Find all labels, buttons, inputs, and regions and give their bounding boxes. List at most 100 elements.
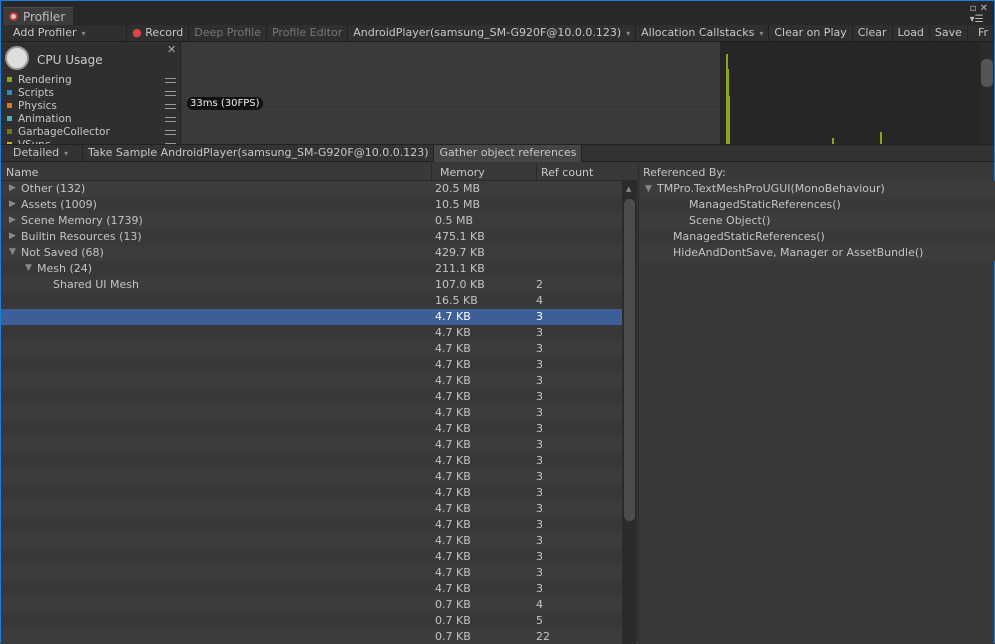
table-row[interactable]: 0.7 KB 5 [1, 613, 622, 629]
row-ref-count: 3 [536, 534, 543, 547]
cpu-chart[interactable] [182, 42, 720, 144]
reference-item[interactable]: Scene Object() [639, 213, 995, 229]
row-ref-count: 22 [536, 630, 550, 643]
allocation-callstacks-dropdown[interactable]: Allocation Callstacks [636, 25, 770, 42]
row-ref-count: 3 [536, 374, 543, 387]
legend-item[interactable]: Scripts [7, 87, 54, 99]
table-row[interactable]: 4.7 KB 3 [1, 309, 622, 325]
table-row[interactable]: 4.7 KB 3 [1, 565, 622, 581]
reference-item[interactable]: ManagedStaticReferences() [639, 229, 995, 245]
row-name: Mesh (24) [37, 262, 93, 275]
column-memory[interactable]: Memory [440, 166, 485, 179]
collapsed-arrow-icon[interactable]: ▶ [9, 229, 16, 244]
table-row[interactable]: 4.7 KB 3 [1, 469, 622, 485]
expanded-arrow-icon[interactable]: ▼ [645, 181, 652, 197]
add-profiler-dropdown[interactable]: Add Profiler [1, 25, 128, 42]
table-row[interactable]: ▶ Other (132) 20.5 MB [1, 181, 622, 197]
drag-handle-icon[interactable] [165, 78, 176, 83]
row-memory: 475.1 KB [435, 230, 485, 243]
table-row[interactable]: 4.7 KB 3 [1, 421, 622, 437]
table-row[interactable]: 4.7 KB 3 [1, 437, 622, 453]
take-sample-button[interactable]: Take Sample AndroidPlayer(samsung_SM-G92… [83, 145, 435, 162]
menu-icon[interactable]: ▾☰ [970, 14, 984, 25]
row-ref-count: 4 [536, 294, 543, 307]
reference-item[interactable]: ▼ TMPro.TextMeshProUGUI(MonoBehaviour) [639, 181, 995, 197]
memory-table: ▶ Other (132) 20.5 MB ▶ Assets (1009) 10.5 MB… [1, 181, 622, 644]
row-memory: 4.7 KB [435, 582, 471, 595]
table-row[interactable]: 4.7 KB 3 [1, 373, 622, 389]
close-icon[interactable]: ✕ [980, 3, 988, 14]
reference-item[interactable]: HideAndDontSave, Manager or AssetBundle(… [639, 245, 995, 261]
cpu-chart-history[interactable] [720, 42, 980, 144]
table-row[interactable]: 0.7 KB 22 [1, 629, 622, 644]
table-row[interactable]: 4.7 KB 3 [1, 325, 622, 341]
row-name: Scene Memory (1739) [21, 214, 143, 227]
deep-profile-button[interactable]: Deep Profile [189, 25, 267, 42]
target-dropdown[interactable]: AndroidPlayer(samsung_SM-G920F@10.0.0.12… [348, 25, 637, 42]
scroll-up-icon[interactable]: ▲ [626, 185, 631, 193]
color-swatch-icon [7, 77, 12, 82]
table-row[interactable]: 4.7 KB 3 [1, 389, 622, 405]
column-name[interactable]: Name [6, 166, 38, 179]
table-row[interactable]: 4.7 KB 3 [1, 485, 622, 501]
table-row[interactable]: Shared UI Mesh 107.0 KB 2 [1, 277, 622, 293]
expanded-arrow-icon[interactable]: ▼ [9, 245, 16, 260]
record-icon: ● [132, 26, 142, 39]
table-row[interactable]: 4.7 KB 3 [1, 453, 622, 469]
drag-handle-icon[interactable] [165, 104, 176, 109]
cpu-usage-title: CPU Usage [37, 53, 103, 67]
row-name: Shared UI Mesh [53, 278, 139, 291]
table-scrollbar-thumb[interactable] [624, 199, 635, 521]
table-row[interactable]: 4.7 KB 3 [1, 549, 622, 565]
table-row[interactable]: 4.7 KB 3 [1, 581, 622, 597]
table-row[interactable]: ▶ Builtin Resources (13) 475.1 KB [1, 229, 622, 245]
drag-handle-icon[interactable] [165, 117, 176, 122]
stopwatch-icon [5, 46, 29, 70]
table-row[interactable]: 4.7 KB 3 [1, 357, 622, 373]
table-row[interactable]: ▶ Scene Memory (1739) 0.5 MB [1, 213, 622, 229]
row-ref-count: 3 [536, 454, 543, 467]
column-ref-count[interactable]: Ref count [541, 166, 593, 179]
window-controls: ▫ ✕ ▾☰ [970, 3, 988, 25]
gather-references-button[interactable]: Gather object references [434, 145, 583, 162]
drag-handle-icon[interactable] [165, 91, 176, 96]
expanded-arrow-icon[interactable]: ▼ [25, 261, 32, 276]
collapsed-arrow-icon[interactable]: ▶ [9, 213, 16, 228]
clear-button[interactable]: Clear [853, 25, 893, 42]
legend-item[interactable]: Rendering [7, 74, 72, 86]
table-row[interactable]: ▶ Assets (1009) 10.5 MB [1, 197, 622, 213]
table-row[interactable]: 4.7 KB 3 [1, 341, 622, 357]
legend-item[interactable]: Physics [7, 100, 57, 112]
maximize-icon[interactable]: ▫ [970, 3, 977, 14]
close-icon[interactable]: ✕ [167, 43, 176, 56]
table-row[interactable]: 4.7 KB 3 [1, 517, 622, 533]
chart-scrollbar[interactable] [980, 42, 994, 144]
drag-handle-icon[interactable] [165, 130, 176, 135]
tab-profiler[interactable]: Profiler [3, 7, 73, 25]
collapsed-arrow-icon[interactable]: ▶ [9, 181, 16, 196]
save-button[interactable]: Save [930, 25, 968, 42]
legend-item[interactable]: Animation [7, 113, 72, 125]
clear-on-play-button[interactable]: Clear on Play [769, 25, 853, 42]
view-mode-dropdown[interactable]: Detailed [1, 145, 83, 162]
profile-editor-button[interactable]: Profile Editor [267, 25, 349, 42]
table-row[interactable]: 16.5 KB 4 [1, 293, 622, 309]
table-row[interactable]: 4.7 KB 3 [1, 501, 622, 517]
table-row[interactable]: 4.7 KB 3 [1, 533, 622, 549]
load-button[interactable]: Load [893, 25, 930, 42]
table-row[interactable]: 4.7 KB 3 [1, 405, 622, 421]
legend-item[interactable]: GarbageCollector [7, 126, 110, 138]
row-ref-count: 3 [536, 422, 543, 435]
row-ref-count: 2 [536, 278, 543, 291]
scrollbar-thumb[interactable] [981, 59, 993, 87]
table-row[interactable]: ▼ Mesh (24) 211.1 KB [1, 261, 622, 277]
reference-item[interactable]: ManagedStaticReferences() [639, 197, 995, 213]
collapsed-arrow-icon[interactable]: ▶ [9, 197, 16, 212]
row-ref-count: 3 [536, 438, 543, 451]
record-button[interactable]: ● Record [127, 25, 190, 42]
row-ref-count: 3 [536, 550, 543, 563]
row-ref-count: 3 [536, 310, 543, 323]
row-memory: 107.0 KB [435, 278, 485, 291]
table-row[interactable]: 0.7 KB 4 [1, 597, 622, 613]
table-row[interactable]: ▼ Not Saved (68) 429.7 KB [1, 245, 622, 261]
